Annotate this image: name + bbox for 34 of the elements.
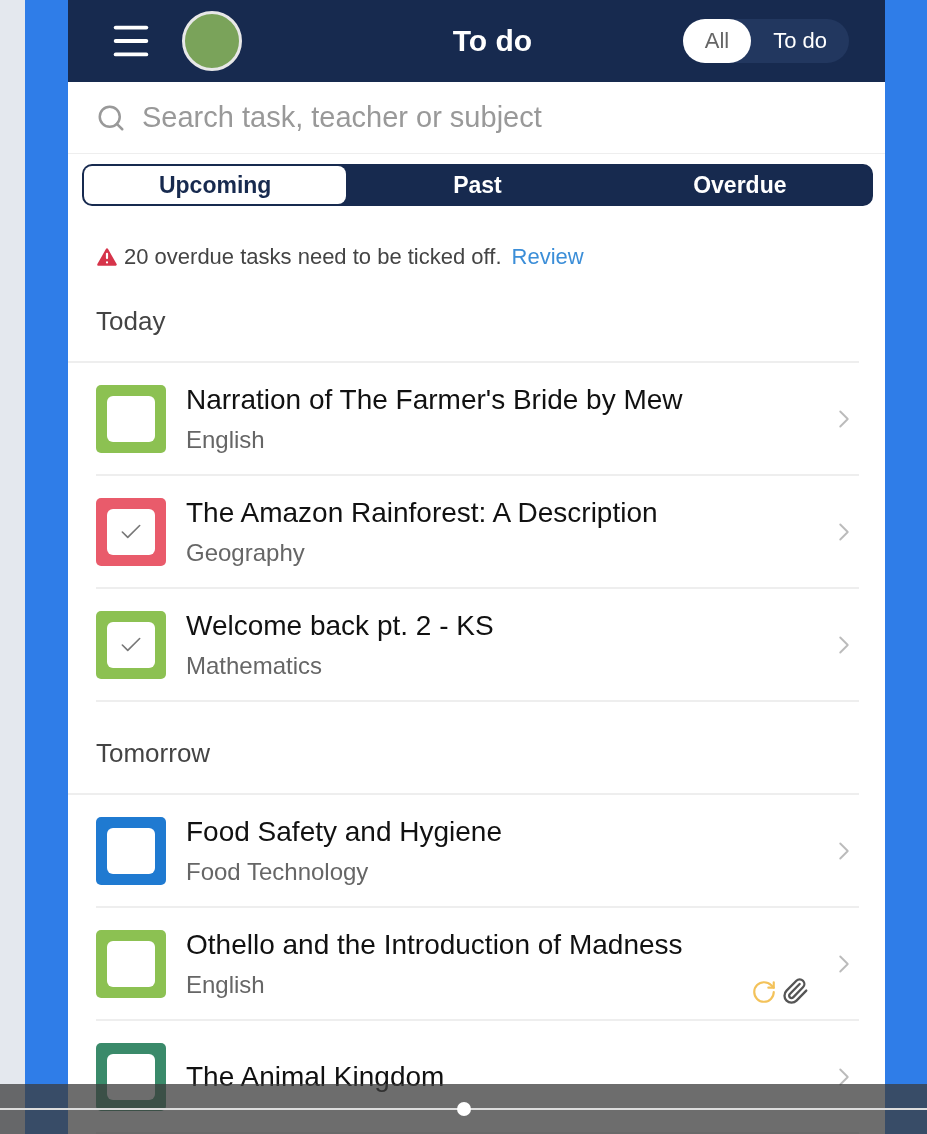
task-subject: English bbox=[186, 970, 266, 999]
section-heading: Tomorrow bbox=[68, 702, 859, 795]
refresh-icon bbox=[751, 979, 777, 1005]
task-checkbox[interactable] bbox=[96, 497, 166, 566]
task-checkbox[interactable] bbox=[96, 384, 166, 453]
task-row[interactable]: The Amazon Rainforest: A Description Geography bbox=[96, 476, 859, 589]
tab[interactable]: Past bbox=[346, 166, 609, 204]
avatar[interactable] bbox=[182, 11, 242, 71]
screen-title: To do bbox=[451, 24, 534, 58]
task-subject: English bbox=[186, 425, 266, 454]
progress-thumb[interactable] bbox=[456, 1102, 471, 1116]
section-heading: Today bbox=[68, 270, 859, 363]
task-subject: Mathematics bbox=[186, 651, 324, 680]
task-row[interactable]: Food Safety and Hygiene Food Technology bbox=[96, 795, 859, 908]
notice-text: 20 overdue tasks need to be ticked off. bbox=[124, 244, 502, 270]
task-title: Welcome back pt. 2 - KS bbox=[186, 609, 495, 642]
task-subject: Geography bbox=[186, 538, 306, 567]
task-row[interactable]: Narration of The Farmer's Bride by Mew English bbox=[96, 363, 859, 476]
task-title: The Animal Kingdom bbox=[186, 1060, 446, 1093]
task-checkbox[interactable] bbox=[96, 816, 166, 885]
task-title: Food Safety and Hygiene bbox=[186, 815, 503, 848]
tab[interactable]: Overdue bbox=[608, 166, 871, 204]
task-title: Othello and the Introduction of Madness bbox=[186, 928, 684, 961]
filter-toggle[interactable]: To do bbox=[751, 19, 849, 63]
task-subject: Food Technology bbox=[186, 857, 370, 886]
task-checkbox[interactable] bbox=[96, 929, 166, 998]
task-title: The Amazon Rainforest: A Description bbox=[186, 496, 659, 529]
task-checkbox[interactable] bbox=[96, 610, 166, 679]
task-row[interactable]: Welcome back pt. 2 - KS Mathematics bbox=[96, 589, 859, 702]
task-row[interactable]: Othello and the Introduction of Madness English bbox=[96, 908, 859, 1021]
task-title: Narration of The Farmer's Bride by Mew bbox=[186, 383, 684, 416]
paperclip-icon bbox=[781, 977, 809, 1005]
filter-toggle[interactable]: All bbox=[682, 19, 752, 63]
tab[interactable]: Upcoming bbox=[84, 166, 347, 204]
